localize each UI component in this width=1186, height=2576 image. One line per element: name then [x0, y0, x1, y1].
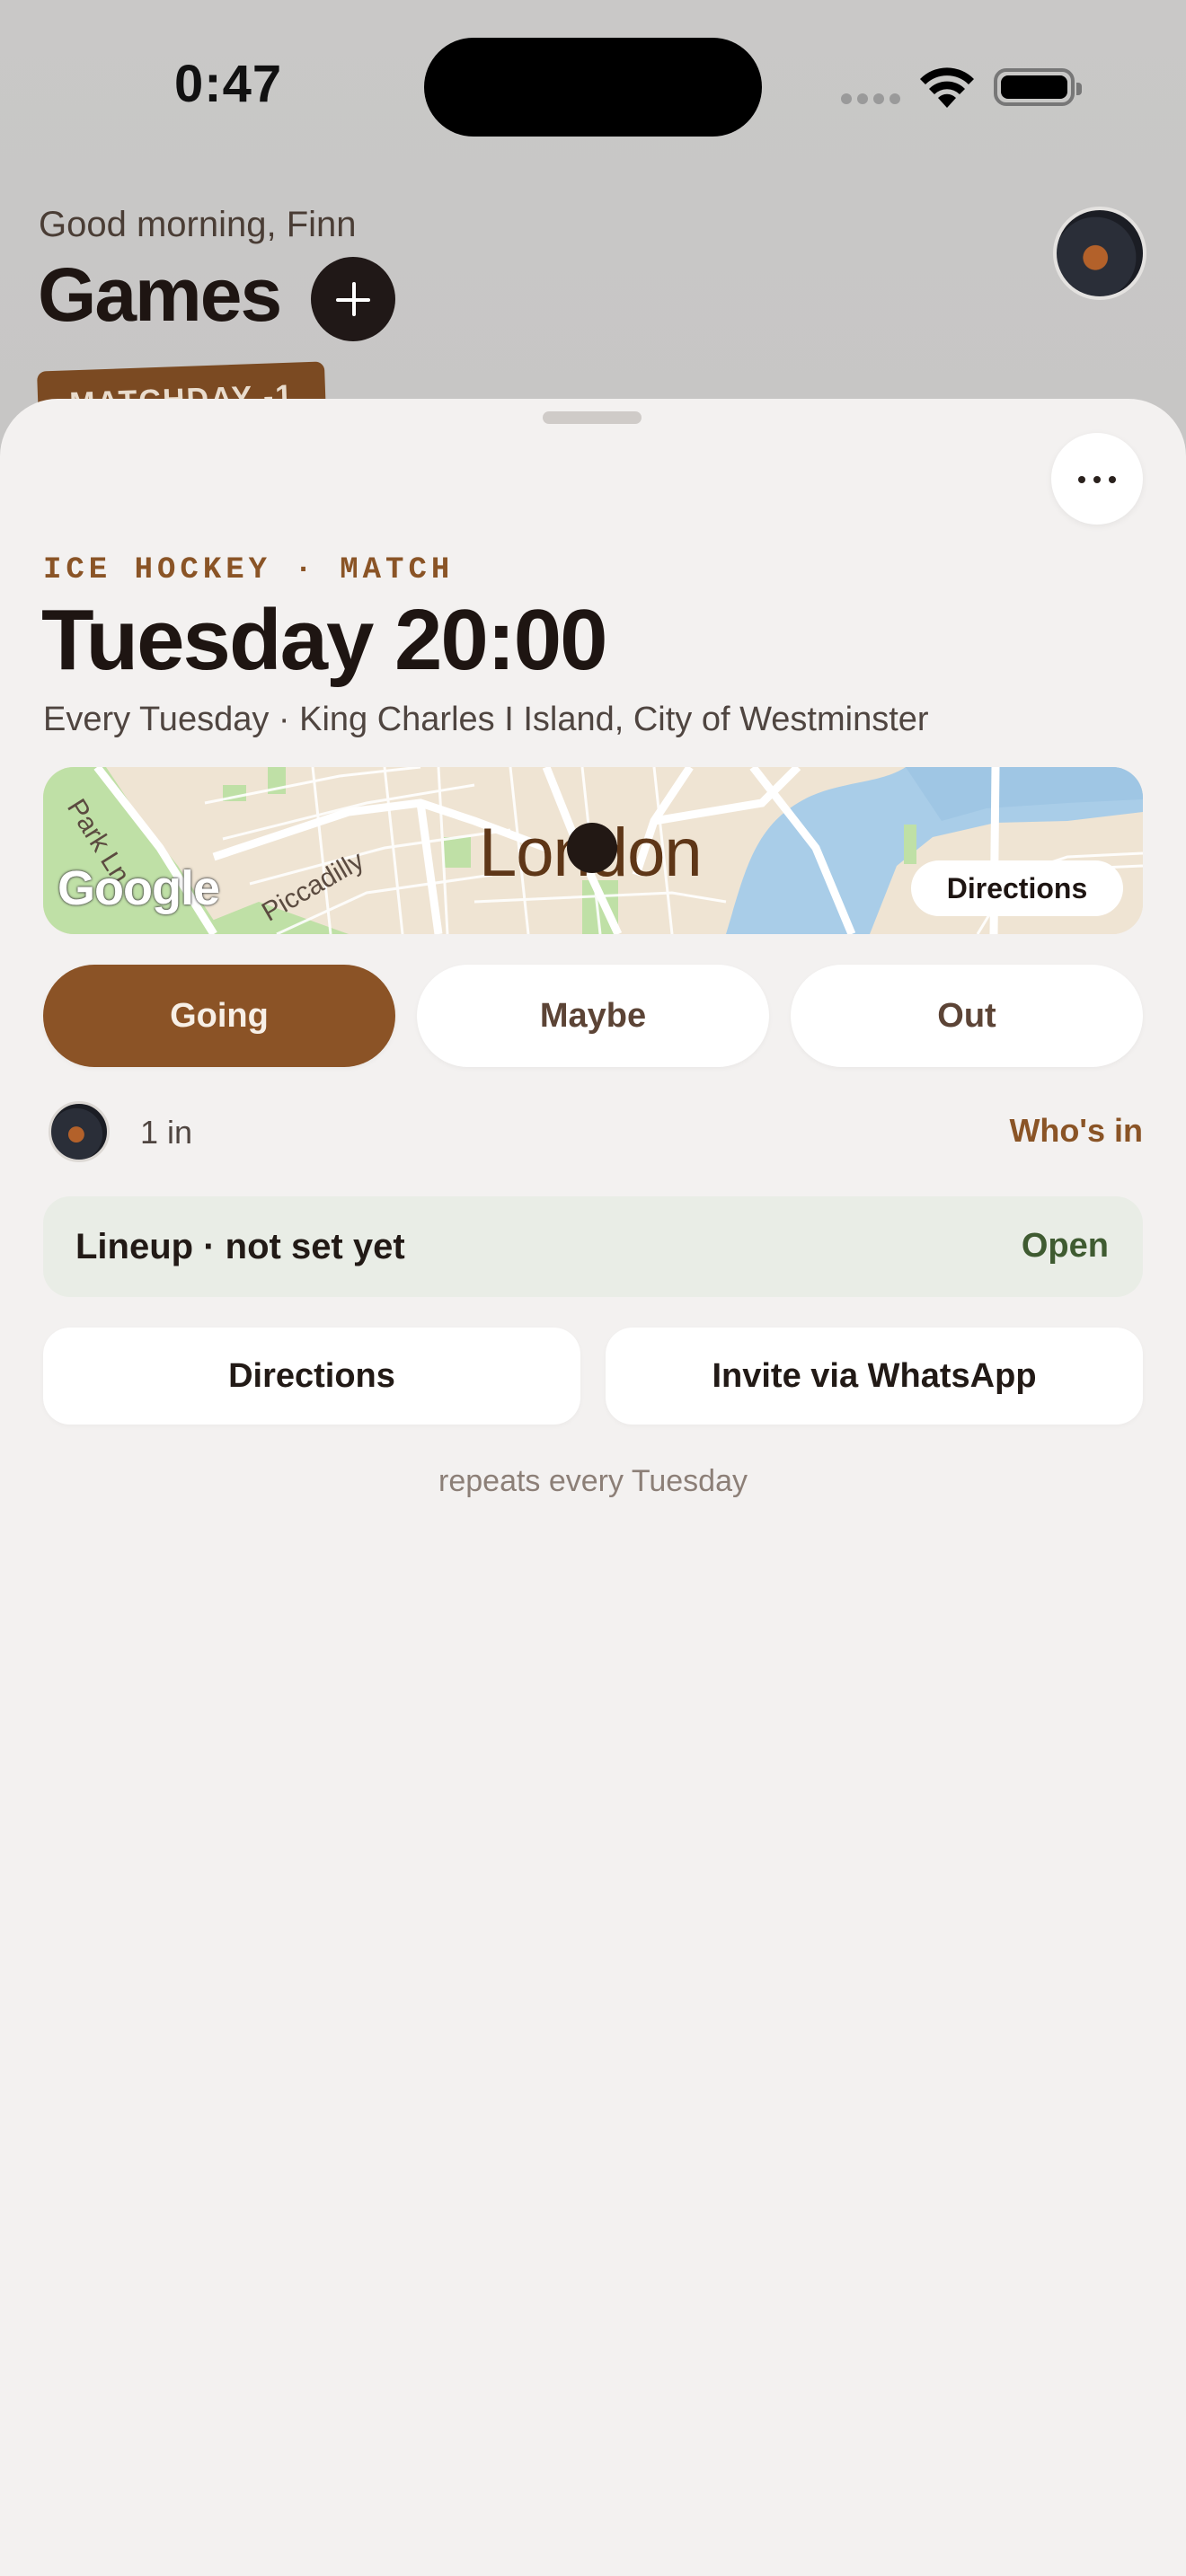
page-title: Games: [38, 252, 282, 337]
google-logo: Google: [58, 861, 220, 915]
cellular-signal-icon: [841, 93, 902, 106]
lineup-card[interactable]: Lineup · not set yet Open: [43, 1196, 1143, 1297]
profile-avatar[interactable]: [1053, 207, 1146, 300]
sheet-grabber[interactable]: [543, 411, 642, 424]
invite-whatsapp-button[interactable]: Invite via WhatsApp: [606, 1328, 1143, 1425]
lineup-status: Lineup · not set yet: [75, 1227, 405, 1266]
more-options-button[interactable]: [1051, 433, 1143, 525]
location-pin-icon: [567, 823, 617, 873]
wifi-icon: [920, 67, 974, 108]
map-directions-button[interactable]: Directions: [911, 860, 1123, 916]
attendee-count: 1 in: [140, 1114, 193, 1151]
directions-button[interactable]: Directions: [43, 1328, 580, 1425]
battery-icon: [994, 68, 1082, 106]
event-location: Every Tuesday · King Charles I Island, C…: [43, 701, 929, 738]
rsvp-going-button[interactable]: Going: [43, 965, 395, 1067]
game-detail-sheet: ICE HOCKEY · MATCH Tuesday 20:00 Every T…: [0, 399, 1186, 2576]
ellipsis-icon: [1078, 476, 1085, 483]
greeting: Good morning, Finn: [39, 205, 357, 244]
event-title: Tuesday 20:00: [41, 592, 608, 688]
status-time: 0:47: [174, 55, 283, 113]
location-map[interactable]: Park Ln Piccadilly London Google Directi…: [43, 767, 1143, 934]
event-category: ICE HOCKEY · MATCH: [43, 553, 455, 587]
attendee-avatar: [49, 1101, 110, 1162]
add-game-button[interactable]: [311, 257, 395, 341]
rsvp-maybe-button[interactable]: Maybe: [417, 965, 769, 1067]
dynamic-island: [424, 38, 762, 137]
whos-in-link[interactable]: Who's in: [1009, 1112, 1143, 1150]
lineup-open-button[interactable]: Open: [1022, 1227, 1109, 1266]
repeat-note: repeats every Tuesday: [438, 1464, 748, 1498]
rsvp-out-button[interactable]: Out: [791, 965, 1143, 1067]
